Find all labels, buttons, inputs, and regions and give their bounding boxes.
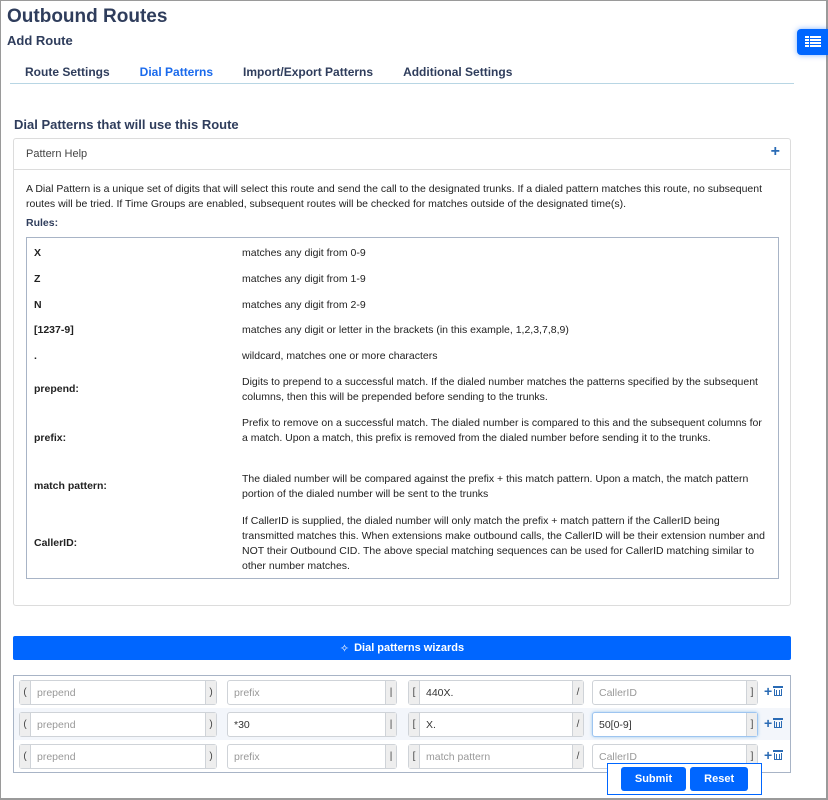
rule-desc: matches any digit from 0-9	[242, 247, 366, 259]
delete-row-trash-icon[interactable]	[773, 718, 784, 728]
delete-row-trash-icon[interactable]	[773, 686, 784, 696]
rule-desc: wildcard, matches one or more characters	[242, 350, 438, 362]
rule-key: prepend:	[34, 383, 79, 395]
prepend-input[interactable]	[30, 713, 206, 736]
match-open-addon: [	[409, 713, 419, 736]
rule-key: .	[34, 350, 37, 362]
prepend-group: ( )	[19, 744, 217, 769]
rule-desc: matches any digit from 2-9	[242, 299, 366, 311]
tab-bar: Route Settings Dial Patterns Import/Expo…	[10, 58, 794, 84]
prepend-open-addon: (	[20, 713, 30, 736]
prefix-close-addon: |	[386, 745, 396, 768]
wizard-button-label: Dial patterns wizards	[354, 642, 465, 654]
add-row-plus-icon[interactable]: +	[764, 716, 772, 730]
prefix-input[interactable]	[228, 745, 386, 768]
match-open-addon: [	[409, 681, 419, 704]
pattern-row: ( ) | [ / ] +	[14, 708, 790, 740]
delete-row-trash-icon[interactable]	[773, 750, 784, 760]
reset-button[interactable]: Reset	[690, 767, 749, 791]
match-close-addon: /	[573, 745, 583, 768]
prepend-input[interactable]	[30, 745, 206, 768]
prefix-group: |	[227, 680, 397, 705]
submit-button[interactable]: Submit	[620, 767, 687, 791]
rule-key: N	[34, 299, 42, 311]
tab-route-settings[interactable]: Route Settings	[10, 58, 125, 83]
tab-dial-patterns[interactable]: Dial Patterns	[125, 58, 228, 83]
prepend-input[interactable]	[30, 681, 206, 704]
plus-icon[interactable]: +	[771, 144, 780, 160]
pattern-help-intro: A Dial Pattern is a unique set of digits…	[26, 183, 763, 210]
rules-table: X matches any digit from 0-9 Z matches a…	[26, 237, 779, 579]
rule-key: prefix:	[34, 432, 67, 444]
rule-key: match pattern:	[34, 480, 107, 492]
callerid-group: ]	[592, 712, 758, 737]
rule-key: Z	[34, 273, 41, 285]
section-title: Dial Patterns that will use this Route	[14, 117, 239, 132]
tab-additional-settings[interactable]: Additional Settings	[388, 58, 527, 83]
dial-patterns-wizard-button[interactable]: ✧ Dial patterns wizards	[13, 636, 791, 660]
rule-key: CallerID:	[34, 537, 78, 549]
form-actions: Submit Reset	[607, 763, 762, 795]
prepend-open-addon: (	[20, 681, 30, 704]
prefix-close-addon: |	[386, 713, 396, 736]
match-close-addon: /	[573, 681, 583, 704]
row-actions: +	[764, 748, 784, 762]
page-subtitle: Add Route	[7, 33, 73, 48]
match-open-addon: [	[409, 745, 419, 768]
prefix-close-addon: |	[386, 681, 396, 704]
prepend-close-addon: )	[206, 745, 216, 768]
rule-key: [1237-9]	[34, 324, 74, 336]
sidebar-toggle-button[interactable]	[797, 29, 828, 55]
prefix-input[interactable]	[228, 713, 386, 736]
match-close-addon: /	[573, 713, 583, 736]
match-group: [ /	[408, 744, 584, 769]
prepend-group: ( )	[19, 680, 217, 705]
rule-desc: If CallerID is supplied, the dialed numb…	[242, 515, 765, 572]
prepend-close-addon: )	[206, 681, 216, 704]
rules-label: Rules:	[26, 217, 59, 229]
prepend-open-addon: (	[20, 745, 30, 768]
callerid-close-addon: ]	[747, 681, 757, 704]
match-pattern-input[interactable]	[419, 745, 573, 768]
pattern-help-heading[interactable]: Pattern Help +	[14, 139, 790, 170]
row-actions: +	[764, 716, 784, 730]
page-title: Outbound Routes	[7, 6, 168, 27]
tab-import-export-patterns[interactable]: Import/Export Patterns	[228, 58, 388, 83]
pattern-help-title: Pattern Help	[26, 148, 88, 160]
prefix-group: |	[227, 712, 397, 737]
rule-desc: matches any digit or letter in the brack…	[242, 324, 569, 336]
rule-desc: Prefix to remove on a successful match. …	[242, 417, 762, 444]
pattern-help-panel: Pattern Help + A Dial Pattern is a uniqu…	[13, 138, 791, 606]
pattern-row: ( ) | [ / ] +	[14, 676, 790, 708]
prefix-input[interactable]	[228, 681, 386, 704]
match-pattern-input[interactable]	[419, 681, 573, 704]
list-icon	[805, 36, 821, 48]
prefix-group: |	[227, 744, 397, 769]
dial-patterns-table: ( ) | [ / ] + ( ) |	[13, 675, 791, 773]
prepend-close-addon: )	[206, 713, 216, 736]
rule-key: X	[34, 247, 42, 259]
magic-wand-icon: ✧	[339, 642, 350, 655]
rule-desc: Digits to prepend to a successful match.…	[242, 376, 758, 403]
prepend-group: ( )	[19, 712, 217, 737]
add-row-plus-icon[interactable]: +	[764, 748, 772, 762]
add-row-plus-icon[interactable]: +	[764, 684, 772, 698]
callerid-group: ]	[592, 680, 758, 705]
rule-desc: matches any digit from 1-9	[242, 273, 366, 285]
match-pattern-input[interactable]	[419, 713, 573, 736]
match-group: [ /	[408, 680, 584, 705]
row-actions: +	[764, 684, 784, 698]
rule-desc: The dialed number will be compared again…	[242, 473, 749, 500]
match-group: [ /	[408, 712, 584, 737]
callerid-close-addon: ]	[747, 713, 757, 736]
callerid-input[interactable]	[593, 681, 747, 704]
callerid-input[interactable]	[593, 713, 747, 736]
